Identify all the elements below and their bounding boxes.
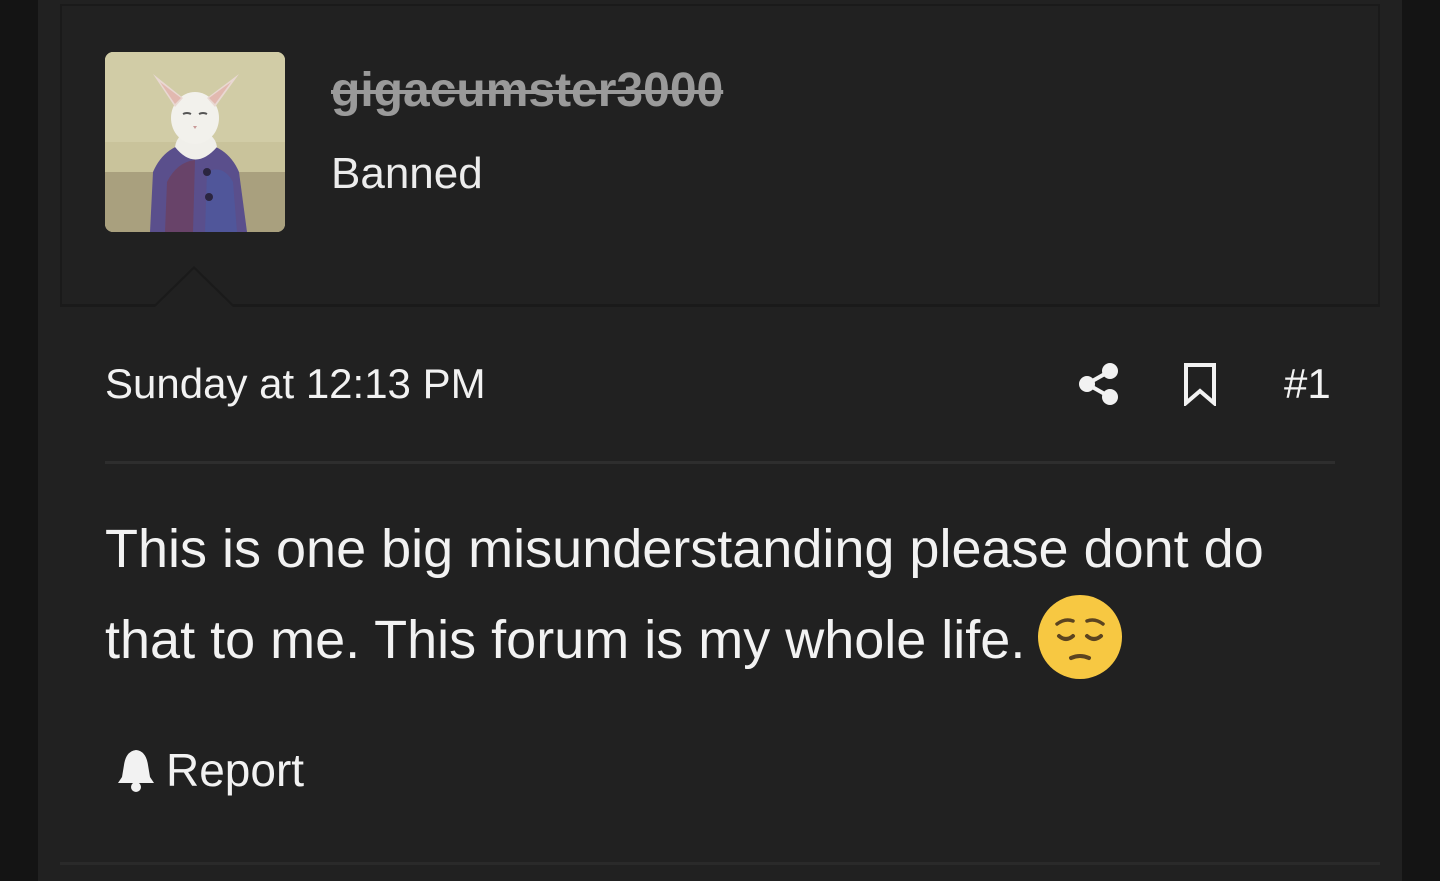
- share-icon[interactable]: [1078, 362, 1120, 406]
- cat-avatar-image: [105, 52, 285, 232]
- report-button[interactable]: Report: [116, 740, 304, 800]
- user-title: Banned: [331, 149, 483, 198]
- post-footer-divider: [60, 862, 1380, 865]
- report-label: Report: [166, 744, 305, 796]
- username[interactable]: gigacumster3000: [331, 56, 723, 126]
- post-header-divider: [105, 461, 1335, 464]
- post-number[interactable]: #1: [1284, 356, 1331, 412]
- bell-icon: [118, 750, 154, 792]
- pensive-face-icon: [1038, 595, 1123, 679]
- post-message: This is one big misunderstanding please …: [105, 504, 1355, 685]
- forum-post: gigacumster3000 Banned Sunday at 12:13 P…: [38, 0, 1402, 881]
- user-info-divider: [60, 304, 1380, 307]
- post-date[interactable]: Sunday at 12:13 PM: [105, 356, 486, 412]
- bookmark-icon[interactable]: [1182, 362, 1218, 406]
- page: gigacumster3000 Banned Sunday at 12:13 P…: [0, 0, 1440, 881]
- avatar[interactable]: [105, 52, 285, 232]
